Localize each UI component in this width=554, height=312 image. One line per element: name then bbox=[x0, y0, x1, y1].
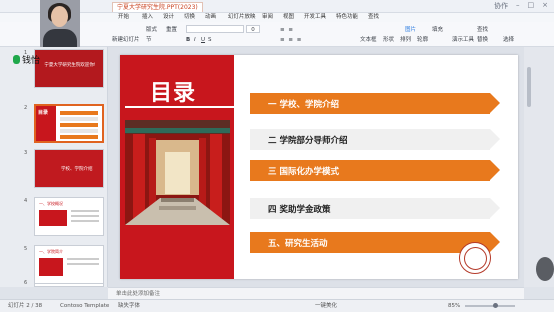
tab-developer[interactable]: 开发工具 bbox=[304, 13, 326, 22]
tab-design[interactable]: 设计 bbox=[163, 13, 174, 22]
toc-item-label: 四 奖助学金政策 bbox=[268, 204, 331, 215]
toc-item-1[interactable]: 一 学校、学院介绍 bbox=[250, 93, 500, 114]
slide-thumbnail-panel[interactable]: 宁夏大学研究生院欢迎你! 1 目录 2 学校、学院介绍 3 一、学校概况 4 一… bbox=[0, 47, 108, 287]
toc-item-5[interactable]: 五、研究生活动 bbox=[250, 232, 500, 253]
shapes-button[interactable]: 形状 bbox=[383, 36, 394, 44]
font-name-dropdown[interactable] bbox=[186, 25, 244, 33]
select-button[interactable]: 选择 bbox=[503, 36, 514, 44]
thumbnail-number: 6 bbox=[24, 280, 28, 286]
speaker-video bbox=[40, 0, 80, 47]
slide-count: 幻灯片 2 / 38 bbox=[8, 303, 43, 309]
tab-transition[interactable]: 切换 bbox=[184, 13, 195, 22]
theme-name: Contoso Template bbox=[60, 303, 110, 309]
video-speaker-overlay: 钱怡 bbox=[0, 0, 108, 72]
quick-tools-button[interactable]: 演示工具 bbox=[452, 36, 474, 44]
toc-item-3[interactable]: 三 国际化办学模式 bbox=[250, 160, 500, 181]
bold-button[interactable]: B bbox=[186, 36, 190, 44]
align-icon[interactable]: ≡ ≡ ≡ bbox=[280, 36, 302, 44]
reset-button[interactable]: 重置 bbox=[166, 26, 177, 34]
thumbnail-number: 4 bbox=[24, 198, 28, 204]
fill-button[interactable]: 填充 bbox=[432, 26, 443, 34]
font-size-dropdown[interactable]: 0 bbox=[246, 25, 260, 33]
slide-thumbnail-3[interactable]: 学校、学院介绍 bbox=[34, 149, 104, 188]
notes-placeholder: 单击此处添加备注 bbox=[116, 291, 161, 297]
status-bar: 幻灯片 2 / 38 Contoso Template 缺失字体 一键美化 85… bbox=[0, 299, 554, 312]
thumbnail-number: 3 bbox=[24, 150, 28, 156]
toc-item-label: 五、研究生活动 bbox=[268, 238, 328, 249]
find-button[interactable]: 查找 bbox=[477, 26, 488, 34]
slide-thumbnail-6[interactable] bbox=[34, 283, 104, 287]
slide-thumbnail-2[interactable]: 目录 bbox=[34, 104, 104, 143]
title-panel: 目录 bbox=[120, 55, 235, 279]
tab-animation[interactable]: 动画 bbox=[205, 13, 216, 22]
university-seal-logo bbox=[459, 242, 491, 274]
strikethrough-button[interactable]: S bbox=[208, 36, 212, 44]
slide-thumbnail-5[interactable]: 一、学院简介 bbox=[34, 245, 104, 284]
outline-button[interactable]: 轮廓 bbox=[417, 36, 428, 44]
slide-title: 目录 bbox=[150, 81, 197, 106]
replace-button[interactable]: 替换 bbox=[477, 36, 488, 44]
thumbnail-title: 一、学校概况 bbox=[39, 201, 63, 206]
presentation-app: 宁夏大学研究生院.PPT(2023) 协作 – □ × 开始 插入 设计 切换 … bbox=[0, 0, 554, 312]
thumbnail-number: 2 bbox=[24, 105, 28, 111]
picture-button[interactable]: 图片 bbox=[405, 26, 416, 34]
current-slide[interactable]: 目录 一 学校、学院介绍 二 学院部分导师介绍 三 国际化办学模式 四 奖助学金… bbox=[120, 55, 518, 279]
layout-button[interactable]: 版式 bbox=[146, 26, 157, 34]
close-icon[interactable]: × bbox=[542, 1, 548, 11]
tab-search[interactable]: 查找 bbox=[368, 13, 379, 22]
tab-slideshow[interactable]: 幻灯片放映 bbox=[228, 13, 256, 22]
toc-item-label: 二 学院部分导师介绍 bbox=[268, 135, 348, 146]
tab-features[interactable]: 特色功能 bbox=[336, 13, 358, 22]
tab-insert[interactable]: 插入 bbox=[142, 13, 153, 22]
vertical-scrollbar[interactable] bbox=[524, 47, 554, 287]
palace-hall-image bbox=[125, 120, 230, 225]
zoom-level[interactable]: 85% bbox=[448, 300, 460, 312]
title-underline bbox=[125, 106, 235, 108]
toc-item-label: 一 学校、学院介绍 bbox=[268, 99, 339, 110]
tab-review[interactable]: 审阅 bbox=[262, 13, 273, 22]
tab-home[interactable]: 开始 bbox=[118, 13, 129, 22]
collab-button[interactable]: 协作 bbox=[494, 1, 508, 11]
italic-button[interactable]: I bbox=[194, 36, 196, 44]
tab-view[interactable]: 视图 bbox=[283, 13, 294, 22]
scrollbar-thumb[interactable] bbox=[527, 67, 531, 107]
thumbnail-number: 5 bbox=[24, 246, 28, 252]
toc-item-4[interactable]: 四 奖助学金政策 bbox=[250, 198, 500, 219]
minimize-icon[interactable]: – bbox=[516, 1, 520, 11]
beautify-button[interactable]: 一键美化 bbox=[315, 300, 337, 312]
arrange-button[interactable]: 排列 bbox=[400, 36, 411, 44]
text-box-button[interactable]: 文本框 bbox=[360, 36, 377, 44]
thumbnail-title: 一、学院简介 bbox=[39, 249, 63, 254]
notes-pane[interactable]: 单击此处添加备注 bbox=[108, 287, 524, 299]
new-slide-button[interactable]: 新建幻灯片 bbox=[112, 36, 140, 44]
microphone-icon bbox=[13, 55, 20, 64]
list-icon[interactable]: ≡ ≡ bbox=[280, 26, 294, 34]
toc-item-2[interactable]: 二 学院部分导师介绍 bbox=[250, 129, 500, 150]
zoom-slider-handle[interactable] bbox=[493, 303, 498, 308]
speaker-label: 钱怡 bbox=[13, 53, 40, 66]
missing-font-status[interactable]: 缺失字体 bbox=[118, 300, 140, 312]
document-tab[interactable]: 宁夏大学研究生院.PPT(2023) bbox=[112, 2, 203, 12]
speaker-name: 钱怡 bbox=[22, 56, 41, 66]
thumbnail-title: 目录 bbox=[38, 110, 49, 116]
toc-item-label: 三 国际化办学模式 bbox=[268, 166, 339, 177]
underline-button[interactable]: U bbox=[201, 36, 205, 44]
user-avatar[interactable] bbox=[536, 257, 554, 281]
slide-thumbnail-4[interactable]: 一、学校概况 bbox=[34, 197, 104, 236]
zoom-slider[interactable] bbox=[465, 303, 515, 308]
section-button[interactable]: 节 bbox=[146, 36, 152, 44]
window-controls: 协作 – □ × bbox=[494, 1, 548, 11]
slide-editing-area[interactable]: 目录 一 学校、学院介绍 二 学院部分导师介绍 三 国际化办学模式 四 奖助学金… bbox=[108, 47, 524, 287]
maximize-icon[interactable]: □ bbox=[528, 1, 535, 11]
thumbnail-title: 学校、学院介绍 bbox=[61, 167, 93, 172]
